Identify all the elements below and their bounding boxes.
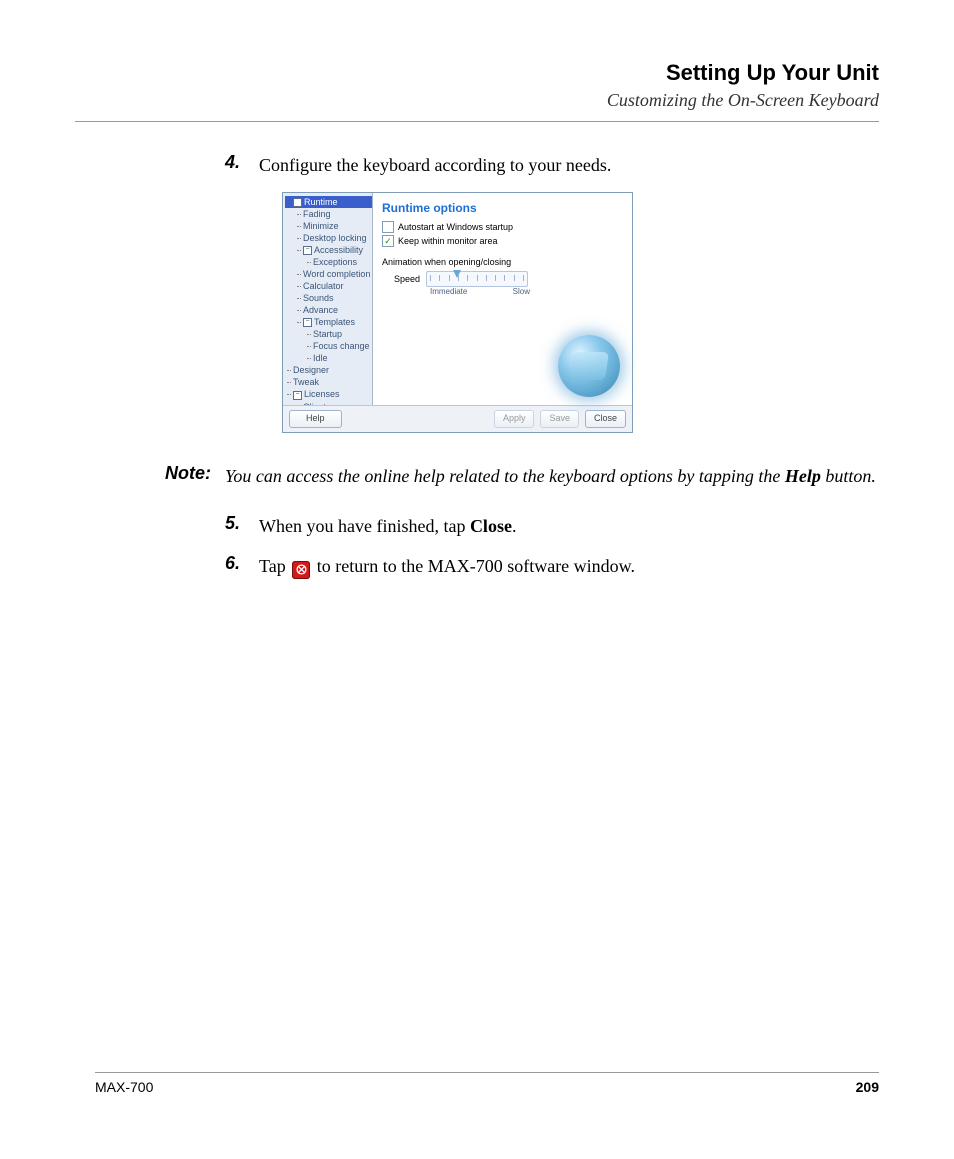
header-rule [75, 121, 879, 122]
tree-collapse-icon[interactable]: − [293, 391, 302, 400]
help-button[interactable]: Help [289, 410, 342, 428]
checkbox-icon[interactable]: ✓ [382, 235, 394, 247]
dialog-footer: Help Apply Save Close [283, 405, 632, 432]
checkbox-label: Autostart at Windows startup [398, 222, 513, 232]
tree-item-designer[interactable]: Designer [285, 364, 372, 376]
note-label: Note: [165, 463, 225, 489]
close-button[interactable]: Close [585, 410, 626, 428]
step-5: 5. When you have finished, tap Close. [225, 513, 879, 539]
tree-item-exceptions[interactable]: Exceptions [285, 256, 372, 268]
tree-item-licenses[interactable]: −Licenses [285, 388, 372, 400]
step-text: When you have finished, tap Close. [259, 513, 516, 539]
checkbox-autostart[interactable]: Autostart at Windows startup [382, 221, 623, 233]
slider-thumb-icon[interactable] [453, 270, 461, 278]
section-title: Customizing the On-Screen Keyboard [75, 90, 879, 111]
speed-label: Speed [394, 274, 420, 284]
footer-product: MAX-700 [95, 1079, 153, 1095]
tree-item-runtime[interactable]: −Runtime [285, 196, 372, 208]
tree-item-templates[interactable]: −Templates [285, 316, 372, 328]
footer-page-number: 209 [856, 1079, 879, 1095]
settings-dialog: −Runtime Fading Minimize Desktop locking… [282, 192, 633, 433]
slider-ticks [430, 275, 524, 283]
slider-min-label: Immediate [430, 287, 467, 296]
page-header: Setting Up Your Unit Customizing the On-… [75, 60, 879, 111]
panel-title: Runtime options [382, 201, 623, 215]
speed-slider[interactable] [426, 271, 528, 287]
step-number: 6. [225, 553, 259, 579]
step-4: 4. Configure the keyboard according to y… [225, 152, 879, 178]
save-button[interactable]: Save [540, 410, 579, 428]
tree-item-idle[interactable]: Idle [285, 352, 372, 364]
tree-item-advance[interactable]: Advance [285, 304, 372, 316]
checkbox-label: Keep within monitor area [398, 236, 498, 246]
checkbox-icon[interactable] [382, 221, 394, 233]
settings-tree[interactable]: −Runtime Fading Minimize Desktop locking… [283, 193, 373, 405]
page-footer: MAX-700 209 [95, 1072, 879, 1095]
step-number: 5. [225, 513, 259, 539]
tree-item-minimize[interactable]: Minimize [285, 220, 372, 232]
tree-item-sounds[interactable]: Sounds [285, 292, 372, 304]
checkbox-keep-within[interactable]: ✓ Keep within monitor area [382, 235, 623, 247]
tree-collapse-icon[interactable]: − [293, 198, 302, 207]
slider-max-label: Slow [513, 287, 530, 296]
tree-item-clients[interactable]: Clients [285, 401, 372, 406]
tree-collapse-icon[interactable]: − [303, 318, 312, 327]
tree-item-focus-change[interactable]: Focus change [285, 340, 372, 352]
document-page: Setting Up Your Unit Customizing the On-… [0, 0, 954, 1159]
tree-collapse-icon[interactable]: − [303, 246, 312, 255]
tree-item-tweak[interactable]: Tweak [285, 376, 372, 388]
figure-container: −Runtime Fading Minimize Desktop locking… [282, 192, 879, 433]
note-text: You can access the online help related t… [225, 463, 876, 489]
animation-label: Animation when opening/closing [382, 257, 623, 267]
speed-slider-row: Speed [394, 271, 623, 287]
step-text: Configure the keyboard according to your… [259, 152, 611, 178]
tree-item-accessibility[interactable]: −Accessibility [285, 244, 372, 256]
chapter-title: Setting Up Your Unit [75, 60, 879, 86]
step-text: Tap to return to the MAX-700 software wi… [259, 553, 635, 579]
close-window-icon [292, 561, 310, 579]
apply-button[interactable]: Apply [494, 410, 535, 428]
settings-panel: Runtime options Autostart at Windows sta… [373, 193, 632, 405]
note-block: Note: You can access the online help rel… [165, 463, 879, 489]
dialog-body: −Runtime Fading Minimize Desktop locking… [283, 193, 632, 405]
step-number: 4. [225, 152, 259, 178]
tree-item-word-completion[interactable]: Word completion [285, 268, 372, 280]
keyboard-orb-icon [558, 335, 620, 397]
tree-item-desktop-locking[interactable]: Desktop locking [285, 232, 372, 244]
step-6: 6. Tap to return to the MAX-700 software… [225, 553, 879, 579]
slider-end-labels: Immediate Slow [430, 287, 530, 296]
tree-item-calculator[interactable]: Calculator [285, 280, 372, 292]
tree-item-fading[interactable]: Fading [285, 208, 372, 220]
tree-item-startup[interactable]: Startup [285, 328, 372, 340]
